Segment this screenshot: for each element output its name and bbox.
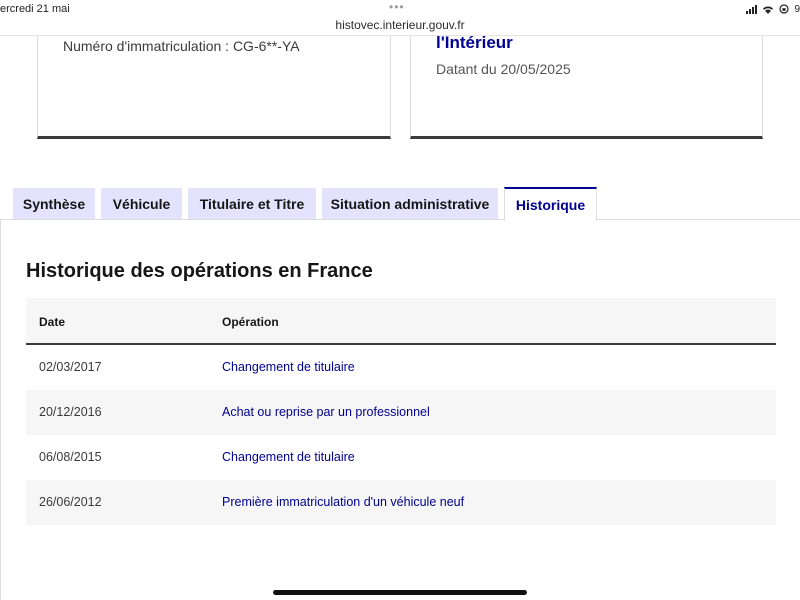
- row-operation[interactable]: Changement de titulaire: [222, 360, 355, 374]
- table-header: Date Opération: [26, 298, 776, 345]
- column-header-operation: Opération: [222, 315, 279, 329]
- history-title: Historique des opérations en France: [26, 260, 373, 282]
- row-date: 26/06/2012: [39, 495, 102, 509]
- tab-situation-administrative[interactable]: Situation administrative: [322, 188, 498, 220]
- row-operation[interactable]: Première immatriculation d'un véhicule n…: [222, 495, 464, 509]
- row-operation[interactable]: Achat ou reprise par un professionnel: [222, 405, 430, 419]
- source-card-title: l'Intérieur: [436, 33, 513, 52]
- registration-card: Numéro d'immatriculation : CG-6**-YA: [37, 36, 391, 139]
- source-card: l'Intérieur Datant du 20/05/2025: [410, 33, 763, 139]
- table-row: 20/12/2016 Achat ou reprise par un profe…: [26, 390, 776, 435]
- signal-icon: [746, 4, 758, 14]
- table-row: 06/08/2015 Changement de titulaire: [26, 435, 776, 480]
- history-table: Date Opération 02/03/2017 Changement de …: [26, 298, 776, 525]
- source-card-date: Datant du 20/05/2025: [436, 61, 571, 77]
- tab-synthese[interactable]: Synthèse: [13, 188, 95, 220]
- status-icons: 9: [746, 3, 800, 15]
- tab-vehicule[interactable]: Véhicule: [101, 188, 182, 220]
- table-row: 02/03/2017 Changement de titulaire: [26, 345, 776, 390]
- row-date: 02/03/2017: [39, 360, 102, 374]
- more-dots-icon[interactable]: •••: [389, 0, 405, 14]
- column-header-date: Date: [39, 315, 66, 329]
- registration-number: Numéro d'immatriculation : CG-6**-YA: [63, 38, 300, 54]
- tab-titulaire-titre[interactable]: Titulaire et Titre: [188, 188, 316, 220]
- wifi-icon: [762, 5, 774, 14]
- home-indicator[interactable]: [273, 590, 527, 595]
- status-time: ercredi 21 mai: [0, 3, 70, 15]
- address-bar-url[interactable]: histovec.interieur.gouv.fr: [0, 18, 800, 32]
- history-panel: Historique des opérations en France Date…: [0, 219, 800, 600]
- row-date: 06/08/2015: [39, 450, 102, 464]
- tab-historique[interactable]: Historique: [504, 187, 597, 221]
- row-operation[interactable]: Changement de titulaire: [222, 450, 355, 464]
- row-date: 20/12/2016: [39, 405, 102, 419]
- tab-list: Synthèse Véhicule Titulaire et Titre Sit…: [0, 187, 800, 221]
- table-row: 26/06/2012 Première immatriculation d'un…: [26, 480, 776, 525]
- rotation-lock-icon: [779, 4, 790, 14]
- status-bar: ercredi 21 mai ••• histovec.interieur.go…: [0, 0, 800, 36]
- battery-level: 9: [794, 3, 800, 15]
